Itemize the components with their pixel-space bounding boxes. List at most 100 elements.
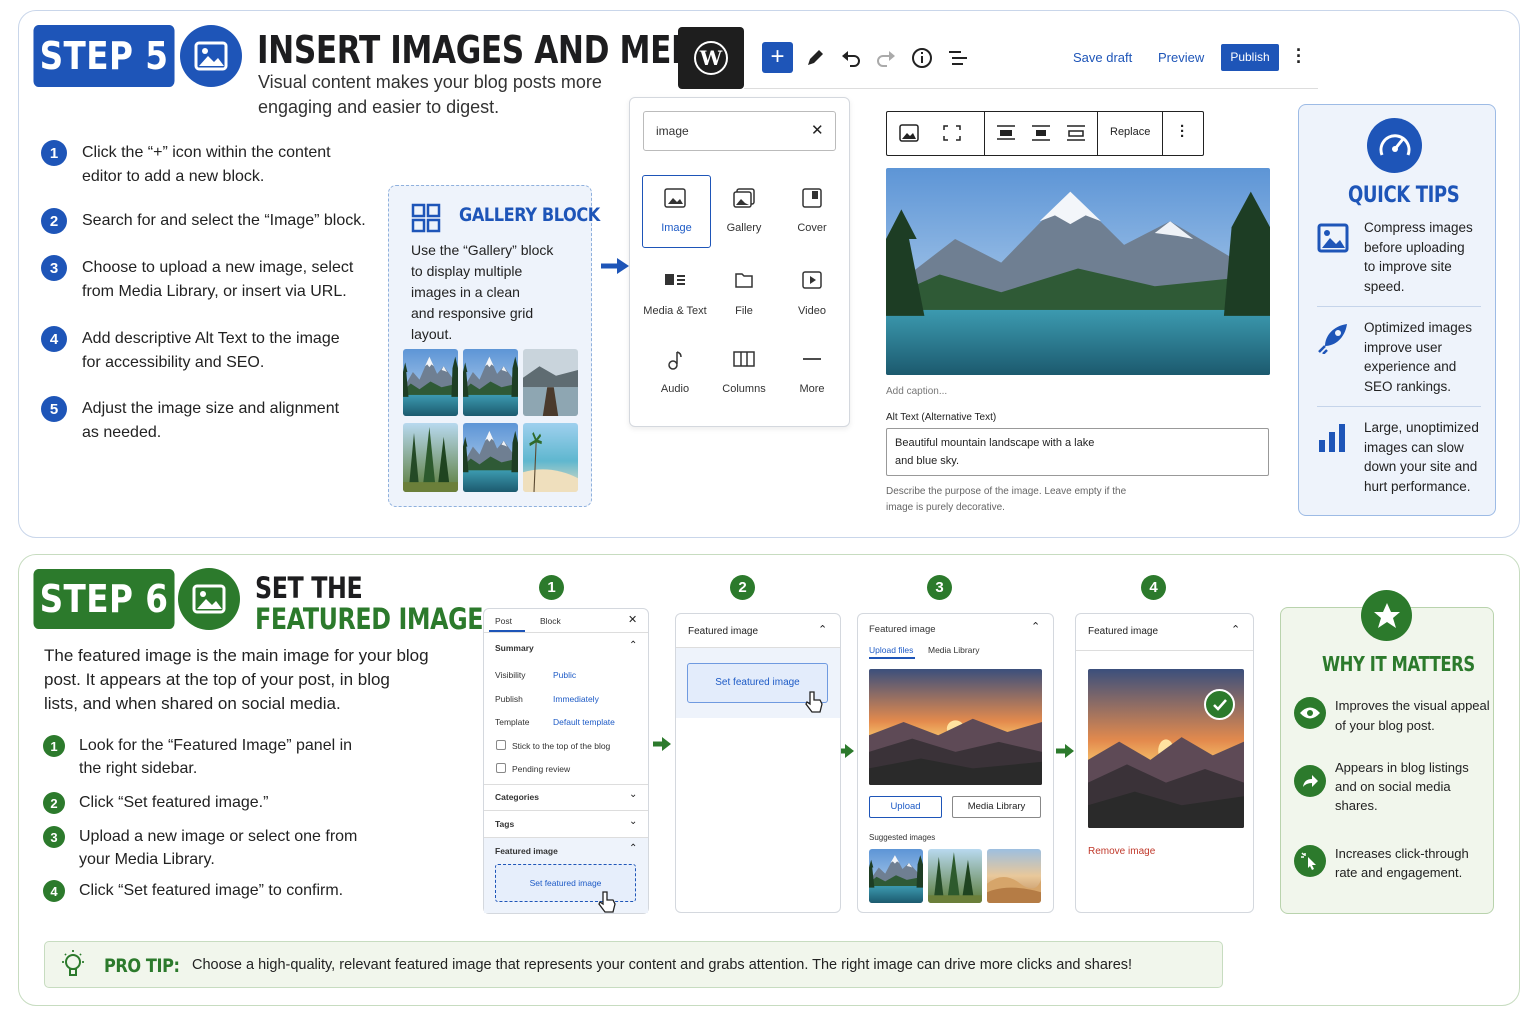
panel3-tab-library[interactable]: Media Library	[928, 645, 980, 655]
sunset-image[interactable]	[869, 669, 1042, 785]
categories-chevron-down-icon[interactable]: ⌄	[629, 789, 637, 800]
panel4-chevron-up-icon[interactable]: ⌃	[1231, 623, 1240, 636]
tags-chevron-down-icon[interactable]: ⌄	[629, 816, 637, 827]
suggested-mountain-thumb[interactable]	[869, 849, 923, 903]
panel2-hand-cursor-icon	[805, 691, 823, 713]
image-block-icon	[664, 188, 686, 208]
panel3-title: Featured image	[869, 624, 936, 635]
pending-checkbox[interactable]	[496, 763, 506, 773]
undo-icon[interactable]	[841, 48, 861, 68]
step6-title-1: SET THE	[255, 571, 363, 605]
sidebar-divider-1	[484, 632, 648, 633]
publish-button[interactable]: Publish	[1221, 44, 1279, 71]
block-image-selected[interactable]	[642, 175, 711, 248]
sidebar-divider-2	[484, 784, 648, 785]
block-label-cover: Cover	[797, 222, 827, 234]
video-block-icon[interactable]	[802, 270, 822, 290]
gallery-desc-3: images in a clean	[411, 284, 520, 300]
featured-heading[interactable]: Featured image	[495, 846, 558, 856]
step6-text-3b: your Media Library.	[79, 851, 215, 868]
clear-search-icon[interactable]: ✕	[811, 121, 824, 139]
panel2-chevron-up-icon[interactable]: ⌃	[818, 623, 827, 636]
step6-intro-1: The featured image is the main image for…	[44, 646, 429, 665]
why-2-line-1: Appears in blog listings	[1335, 760, 1469, 775]
fullscreen-icon[interactable]	[942, 124, 962, 142]
tip-1-line-1: Compress images	[1364, 220, 1473, 235]
more-options-icon[interactable]: · · ·	[1296, 41, 1302, 71]
step5-num-3: 3	[41, 255, 67, 281]
suggested-forest-thumb[interactable]	[928, 849, 982, 903]
file-block-icon[interactable]	[734, 270, 754, 290]
toolbar-sep-2	[1097, 112, 1098, 155]
align-wide-icon[interactable]	[1066, 124, 1086, 142]
tab-block[interactable]: Block	[540, 616, 561, 626]
publish-value[interactable]: Immediately	[553, 694, 599, 704]
step5-text-3a: Choose to upload a new image, select	[82, 259, 354, 276]
featured-chevron-up-icon[interactable]: ⌃	[629, 843, 637, 854]
template-value[interactable]: Default template	[553, 717, 615, 727]
gallery-block-icon[interactable]	[733, 188, 755, 208]
panel3-upload-label: Upload	[890, 801, 921, 812]
alt-help-1: Describe the purpose of the image. Leave…	[886, 486, 1127, 497]
align-center-icon[interactable]	[1031, 124, 1051, 142]
remove-image-link[interactable]: Remove image	[1088, 846, 1155, 857]
tags-heading[interactable]: Tags	[495, 819, 514, 829]
step6-num-4: 4	[43, 880, 65, 902]
tip-divider-1	[1317, 306, 1481, 307]
close-sidebar-icon[interactable]: ✕	[628, 613, 637, 626]
tip-1-line-3: to improve site	[1364, 259, 1452, 274]
suggested-desert-thumb[interactable]	[987, 849, 1041, 903]
why-2-line-2: and on social media	[1335, 779, 1451, 794]
gallery-grid-icon	[411, 203, 441, 238]
step6-title-2: FEATURED IMAGE	[255, 602, 484, 636]
save-draft-button[interactable]: Save draft	[1073, 50, 1132, 65]
cover-block-icon[interactable]	[802, 188, 822, 208]
align-top-icon[interactable]	[996, 124, 1016, 142]
pro-tip-text: Choose a high-quality, relevant featured…	[192, 957, 1133, 973]
summary-chevron-up-icon[interactable]: ⌃	[629, 640, 637, 651]
panel3-tab-upload[interactable]: Upload files	[869, 645, 913, 655]
block-label-audio: Audio	[660, 383, 690, 395]
step5-num-4: 4	[41, 326, 67, 352]
toolbar-divider	[744, 88, 1318, 89]
panel3-tab-underline	[869, 657, 915, 659]
summary-heading[interactable]: Summary	[495, 643, 534, 653]
more-block-icon[interactable]	[802, 355, 822, 363]
block-label-image: Image	[661, 222, 692, 234]
redo-icon[interactable]	[876, 48, 896, 68]
preview-button[interactable]: Preview	[1158, 50, 1204, 65]
panel3-chevron-up-icon[interactable]: ⌃	[1031, 620, 1040, 633]
image-more-options-icon[interactable]: · · ·	[1180, 119, 1185, 144]
columns-block-icon[interactable]	[733, 351, 755, 367]
visibility-value[interactable]: Public	[553, 670, 576, 680]
arrow-right-icon	[601, 258, 629, 274]
categories-heading[interactable]: Categories	[495, 792, 539, 802]
alt-text-label: Alt Text (Alternative Text)	[886, 412, 997, 423]
click-icon	[1294, 845, 1326, 877]
flow-arrow-1-icon	[653, 737, 671, 751]
add-block-button[interactable]: +	[762, 42, 793, 73]
step5-subtitle-2: engaging and easier to digest.	[258, 97, 500, 117]
eye-icon	[1294, 697, 1326, 729]
tab-post[interactable]: Post	[495, 616, 512, 626]
pencil-icon[interactable]	[805, 48, 825, 68]
caption-placeholder[interactable]: Add caption...	[886, 386, 947, 397]
gallery-thumb-6	[523, 423, 578, 492]
audio-block-icon[interactable]	[666, 350, 684, 370]
replace-button[interactable]: Replace	[1110, 126, 1150, 138]
bar-chart-icon	[1319, 424, 1345, 452]
stick-checkbox[interactable]	[496, 740, 506, 750]
why-3-line-2: rate and engagement.	[1335, 865, 1463, 880]
alt-text-field[interactable]	[886, 428, 1269, 476]
wordpress-logo-icon[interactable]: W	[678, 27, 744, 89]
step6-intro-3: lists, and when shared on social media.	[44, 694, 341, 713]
block-search-value: image	[656, 124, 689, 138]
gallery-desc-5: layout.	[411, 326, 453, 342]
media-text-block-icon[interactable]	[664, 272, 686, 288]
step5-image-icon	[180, 25, 242, 87]
step6-text-4a: Click “Set featured image” to confirm.	[79, 882, 344, 899]
list-view-icon[interactable]	[947, 48, 969, 68]
info-icon[interactable]	[911, 47, 933, 69]
speedometer-icon	[1367, 118, 1422, 173]
image-type-icon[interactable]	[899, 124, 919, 142]
